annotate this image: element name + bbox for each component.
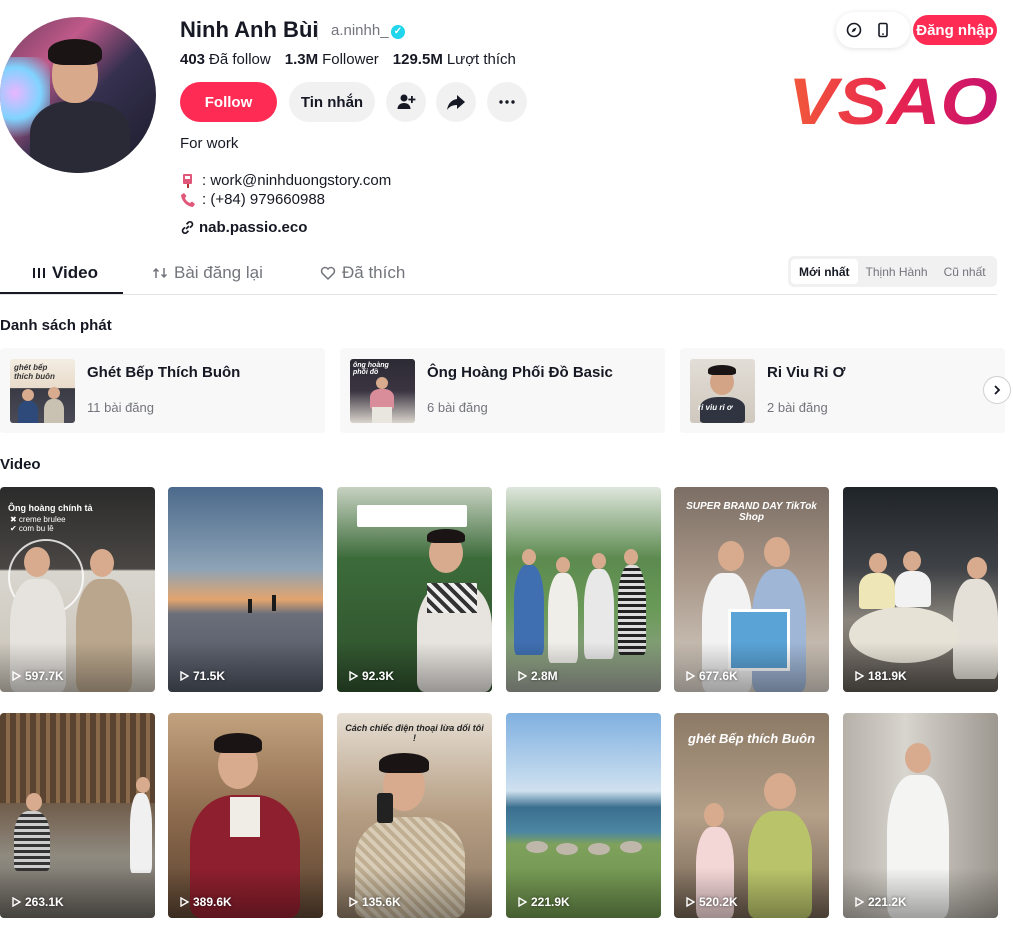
playlist-title: Ông Hoàng Phối Đồ Basic <box>427 364 613 381</box>
play-icon <box>349 671 358 681</box>
playlist-count: 2 bài đăng <box>767 400 828 415</box>
video-view-count: 221.2K <box>855 895 907 909</box>
play-icon <box>518 897 527 907</box>
video-view-count: 71.5K <box>180 669 225 683</box>
playlist-thumbnail: ghét bếp thích buôn <box>10 359 75 423</box>
playlist-title: Ghét Bếp Thích Buôn <box>87 364 241 381</box>
video-card[interactable]: 263.1K <box>0 713 155 918</box>
playlist-thumbnail: ông hoàng phối đồ <box>350 359 415 423</box>
video-view-count: 597.7K <box>12 669 64 683</box>
share-icon <box>447 95 465 110</box>
video-view-count: 135.6K <box>349 895 401 909</box>
video-card[interactable]: 92.3K <box>337 487 492 692</box>
sort-oldest[interactable]: Cũ nhất <box>936 259 994 284</box>
play-icon <box>180 671 189 681</box>
playlist-thumbnail: ri viu ri ơ <box>690 359 755 423</box>
name-divider <box>317 22 318 40</box>
playlist-card[interactable]: ghét bếp thích buôn Ghét Bếp Thích Buôn 1… <box>0 348 325 433</box>
video-card[interactable]: ghét Bếp thích Buôn 520.2K <box>674 713 829 918</box>
more-options-button[interactable] <box>487 82 527 122</box>
message-button[interactable]: Tin nhắn <box>289 82 375 122</box>
video-card[interactable]: Cách chiếc điện thoại lừa dối tôi ! 135.… <box>337 713 492 918</box>
play-icon <box>12 897 21 907</box>
video-view-count: 181.9K <box>855 669 907 683</box>
playlist-count: 6 bài đăng <box>427 400 488 415</box>
verified-badge-icon: ✓ <box>391 25 405 39</box>
video-view-count: 263.1K <box>12 895 64 909</box>
video-section-title: Video <box>0 456 41 473</box>
video-view-count: 677.6K <box>686 669 738 683</box>
tab-video[interactable]: Video <box>32 263 98 283</box>
vsao-logo: VSAO <box>788 68 998 134</box>
playlist-next-button[interactable] <box>983 376 1011 404</box>
video-card[interactable]: 181.9K <box>843 487 998 692</box>
stat-likes: 129.5M Lượt thích <box>392 51 516 68</box>
user-plus-icon <box>397 94 416 109</box>
login-button[interactable]: Đăng nhập <box>913 15 997 45</box>
video-view-count: 2.8M <box>518 669 558 683</box>
chevron-right-icon <box>994 385 1001 395</box>
video-view-count: 389.6K <box>180 895 232 909</box>
tab-reposts[interactable]: Bài đăng lại <box>152 263 263 283</box>
profile-handle: a.ninhh_ <box>331 22 389 39</box>
profile-avatar <box>0 17 156 173</box>
video-card[interactable]: 221.9K <box>506 713 661 918</box>
sort-popular[interactable]: Thịnh Hành <box>858 259 936 284</box>
play-icon <box>855 671 864 681</box>
play-icon <box>686 671 695 681</box>
video-card[interactable]: 221.2K <box>843 713 998 918</box>
profile-bio: For work <box>180 135 239 152</box>
play-icon <box>12 671 21 681</box>
play-icon <box>855 897 864 907</box>
tab-liked[interactable]: Đã thích <box>320 263 405 283</box>
mailbox-icon <box>183 173 192 188</box>
svg-text:VSAO: VSAO <box>788 68 998 134</box>
tabs-divider <box>0 294 997 295</box>
email-line: : work@ninhduongstory.com <box>180 172 391 189</box>
video-view-count: 520.2K <box>686 895 738 909</box>
video-view-count: 92.3K <box>349 669 394 683</box>
playlist-card[interactable]: ông hoàng phối đồ Ông Hoàng Phối Đồ Basic… <box>340 348 665 433</box>
phone-line: : (+84) 979660988 <box>180 191 325 208</box>
video-card[interactable]: 2.8M <box>506 487 661 692</box>
playlist-section-title: Danh sách phát <box>0 317 112 334</box>
compass-icon[interactable] <box>844 20 864 40</box>
video-card[interactable]: SUPER BRAND DAY TikTok Shop 677.6K <box>674 487 829 692</box>
profile-stats: 403 Đã follow 1.3M Follower 129.5M Lượt thí… <box>180 51 516 68</box>
heart-lock-icon <box>320 266 336 281</box>
phone-icon <box>181 192 195 207</box>
playlist-title: Ri Viu Ri Ơ <box>767 364 846 381</box>
play-icon <box>518 671 527 681</box>
playlist-card[interactable]: ri viu ri ơ Ri Viu Ri Ơ 2 bài đăng <box>680 348 1005 433</box>
mobile-app-icon[interactable] <box>873 20 893 40</box>
sort-segmented-control: Mới nhất Thịnh Hành Cũ nhất <box>788 256 997 287</box>
video-view-count: 221.9K <box>518 895 570 909</box>
video-card[interactable]: Ông hoàng chính tả ✖ creme brulee ✔ com b… <box>0 487 155 692</box>
sort-newest[interactable]: Mới nhất <box>791 259 858 284</box>
play-icon <box>686 897 695 907</box>
share-button[interactable] <box>436 82 476 122</box>
playlist-count: 11 bài đăng <box>87 400 154 415</box>
follow-button[interactable]: Follow <box>180 82 277 122</box>
grid-icon <box>33 268 45 278</box>
stat-followers[interactable]: 1.3M Follower <box>285 51 379 68</box>
play-icon <box>180 897 189 907</box>
repost-icon <box>152 267 168 279</box>
profile-name: Ninh Anh Bùi <box>180 17 319 42</box>
link-icon <box>181 221 194 234</box>
video-card[interactable]: 71.5K <box>168 487 323 692</box>
more-icon <box>499 100 515 104</box>
play-icon <box>349 897 358 907</box>
add-friend-button[interactable] <box>386 82 426 122</box>
stat-following[interactable]: 403 Đã follow <box>180 51 271 68</box>
profile-link[interactable]: nab.passio.eco <box>180 219 307 236</box>
video-card[interactable]: 389.6K <box>168 713 323 918</box>
